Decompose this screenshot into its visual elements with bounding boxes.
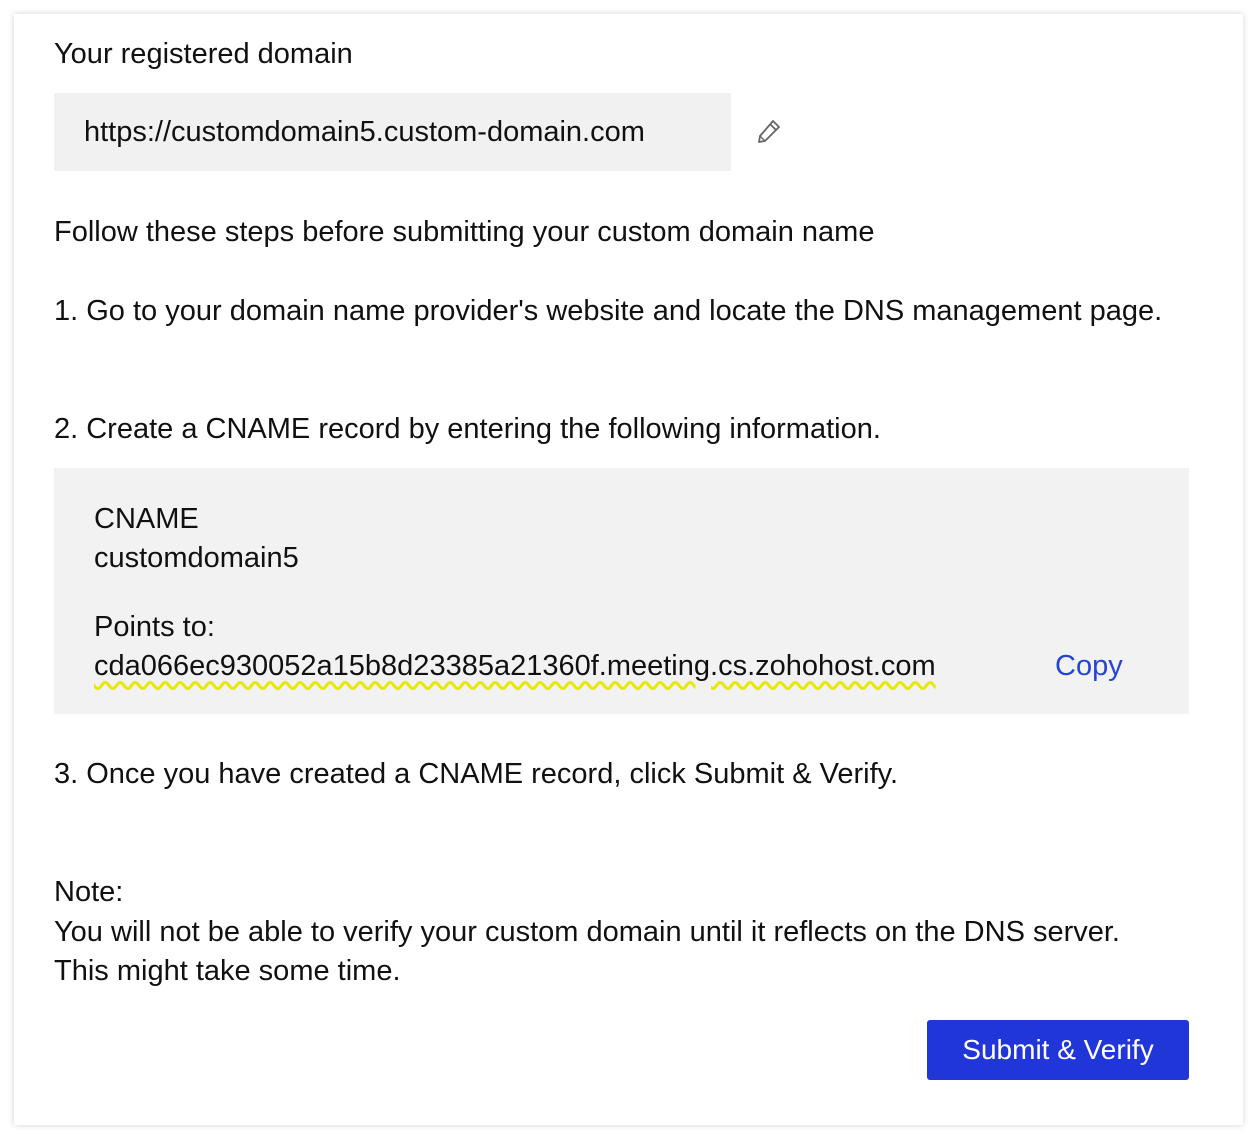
- note-text: You will not be able to verify your cust…: [54, 916, 1120, 987]
- custom-domain-card: Your registered domain https://customdom…: [14, 14, 1243, 1125]
- registered-domain-value: https://customdomain5.custom-domain.com: [54, 93, 731, 171]
- steps-intro-text: Follow these steps before submitting you…: [54, 216, 875, 248]
- pencil-icon[interactable]: [754, 117, 784, 147]
- note-label: Note:: [54, 876, 124, 908]
- cname-record-box: CNAME customdomain5 Points to: cda066ec9…: [54, 468, 1189, 714]
- cname-label: CNAME: [94, 503, 199, 535]
- points-to-value: cda066ec930052a15b8d23385a21360f.meeting…: [94, 650, 936, 682]
- registered-domain-label: Your registered domain: [54, 38, 353, 70]
- copy-link[interactable]: Copy: [1055, 647, 1123, 686]
- step-2-text: 2. Create a CNAME record by entering the…: [54, 413, 881, 445]
- step-1-text: 1. Go to your domain name provider's web…: [54, 295, 1163, 327]
- cname-value: customdomain5: [94, 542, 299, 574]
- submit-verify-button[interactable]: Submit & Verify: [927, 1020, 1189, 1080]
- points-to-label: Points to:: [94, 611, 215, 643]
- step-3-text: 3. Once you have created a CNAME record,…: [54, 758, 899, 790]
